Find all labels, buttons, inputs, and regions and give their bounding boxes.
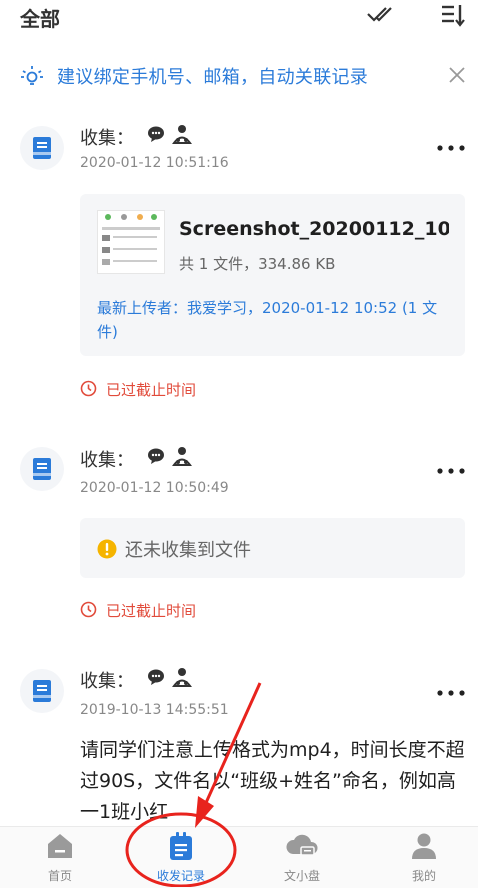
file-thumbnail	[97, 210, 165, 274]
collect-inbox-icon	[20, 669, 64, 713]
tab-home[interactable]: 首页	[12, 832, 108, 884]
item-title: 收集：	[80, 671, 134, 692]
sort-filter-icon[interactable]	[440, 2, 466, 28]
anonymous-user-icon	[172, 668, 192, 687]
file-name[interactable]: Screenshot_20200112_105...	[179, 218, 449, 240]
chat-icon	[148, 126, 164, 142]
more-options-icon[interactable]	[436, 467, 466, 475]
tab-profile[interactable]: 我的	[376, 832, 472, 884]
item-description: 请同学们注意上传格式为mp4，时间长度不超过90S，文件名以“班级+姓名”命名，…	[80, 739, 465, 823]
file-meta: 共 1 文件，334.86 KB	[179, 255, 336, 273]
empty-files-text: 还未收集到文件	[125, 540, 251, 561]
anonymous-user-icon	[172, 125, 192, 144]
item-time: 2020-01-12 10:51:16	[80, 155, 229, 171]
item-title: 收集：	[80, 450, 134, 471]
tab-label: 首页	[47, 869, 72, 883]
cloud-disk-icon	[286, 834, 318, 856]
close-icon[interactable]	[446, 64, 468, 86]
deadline-status: 已过截止时间	[106, 602, 197, 620]
clock-icon	[80, 601, 97, 618]
collect-inbox-icon	[20, 126, 64, 170]
profile-icon	[412, 833, 436, 859]
tab-cloud-disk[interactable]: 文小盘	[254, 832, 350, 884]
tab-label: 收发记录	[156, 869, 205, 883]
page-title[interactable]: 全部	[20, 3, 60, 32]
item-time: 2020-01-12 10:50:49	[80, 480, 229, 496]
chat-icon	[148, 669, 164, 685]
latest-uploader: 最新上传者：我爱学习，2020-01-12 10:52 (1 文件)	[97, 299, 438, 341]
record-icon	[170, 832, 192, 860]
more-options-icon[interactable]	[436, 144, 466, 152]
home-icon	[48, 834, 72, 858]
collect-inbox-icon	[20, 447, 64, 491]
tab-label: 我的	[411, 869, 436, 883]
deadline-status: 已过截止时间	[106, 381, 197, 399]
warning-icon	[97, 539, 117, 559]
anonymous-user-icon	[172, 447, 192, 466]
notice-text[interactable]: 建议绑定手机号、邮箱，自动关联记录	[57, 63, 368, 89]
mark-all-read-icon[interactable]	[366, 4, 394, 24]
item-title: 收集：	[80, 128, 134, 149]
tab-records[interactable]: 收发记录	[133, 832, 229, 884]
clock-icon	[80, 380, 97, 397]
lightbulb-icon	[21, 66, 43, 85]
chat-icon	[148, 448, 164, 464]
tab-label: 文小盘	[283, 869, 320, 883]
more-options-icon[interactable]	[436, 689, 466, 697]
item-time: 2019-10-13 14:55:51	[80, 702, 229, 718]
